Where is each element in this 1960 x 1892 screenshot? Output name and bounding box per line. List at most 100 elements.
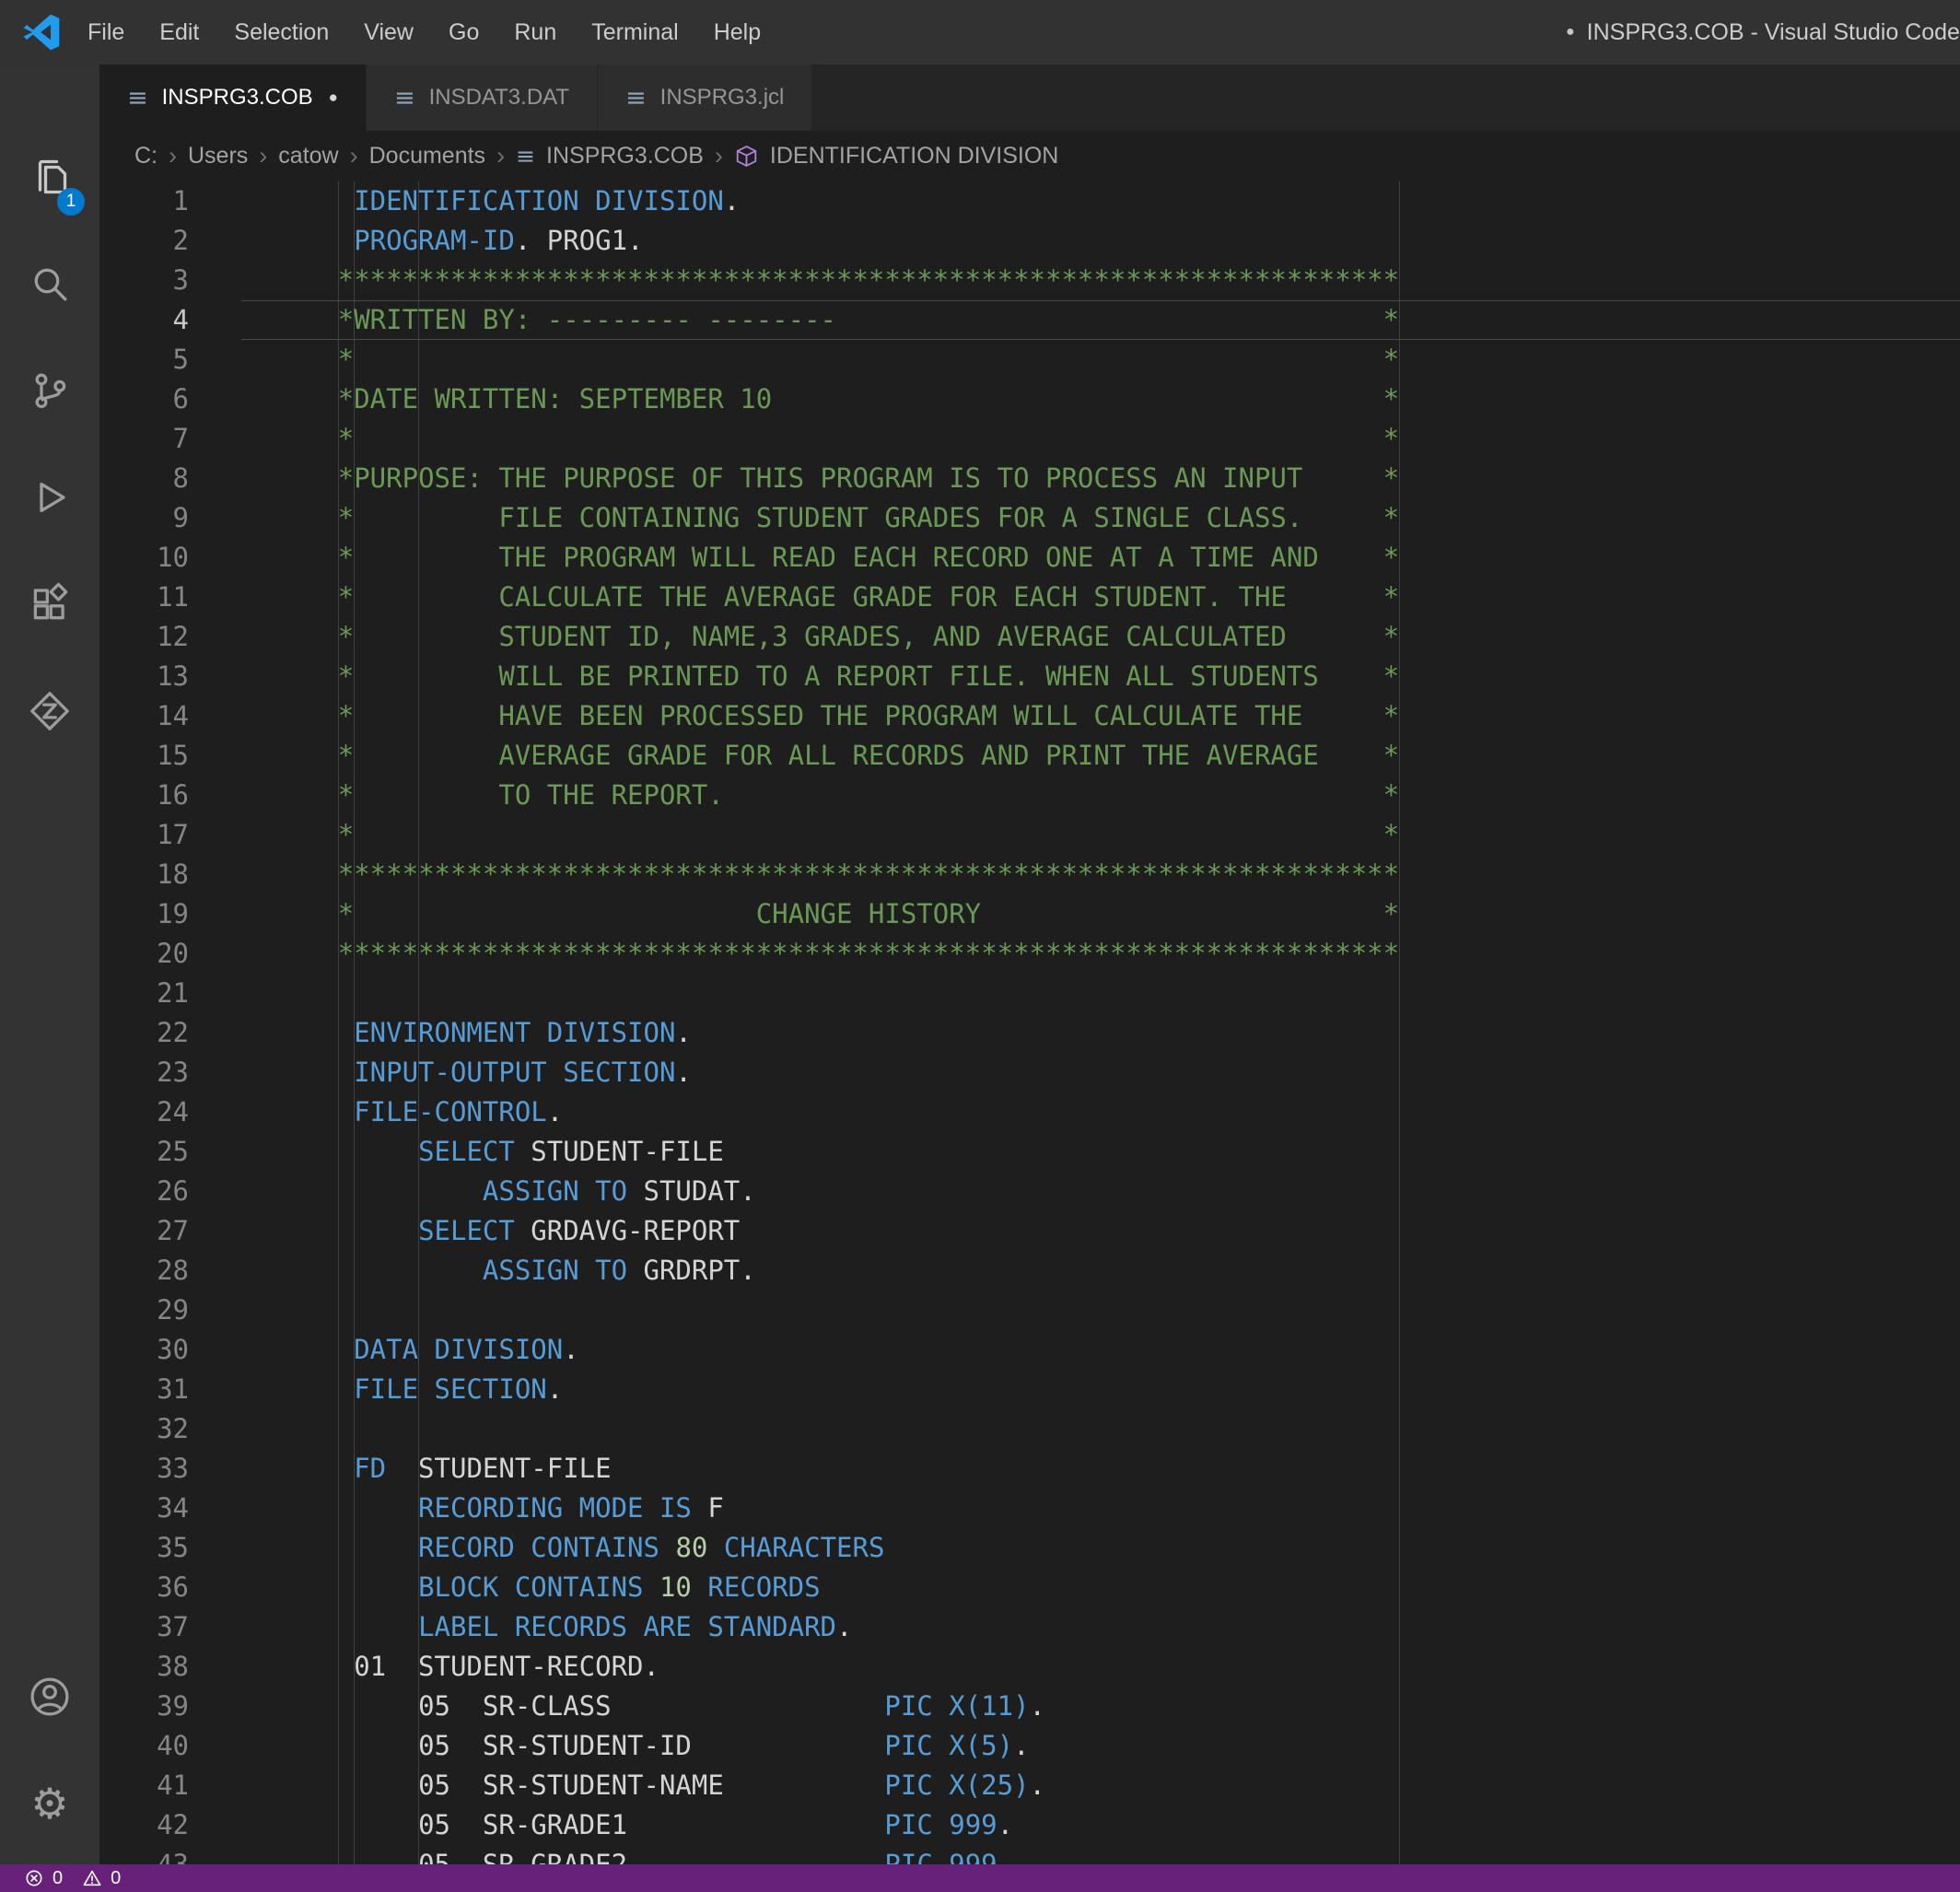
code-line[interactable]: 05 SR-GRADE1 PIC 999. bbox=[241, 1805, 1960, 1845]
code-line[interactable]: PROGRAM-ID. PROG1. bbox=[241, 221, 1960, 261]
code-line[interactable]: 05 SR-GRADE2 PIC 999. bbox=[241, 1845, 1960, 1864]
line-number[interactable]: 35 bbox=[99, 1528, 241, 1568]
code-editor[interactable]: 1234567891011121314151617181920212223242… bbox=[99, 181, 1960, 1864]
line-number[interactable]: 8 bbox=[99, 459, 241, 498]
line-number[interactable]: 37 bbox=[99, 1607, 241, 1647]
code-line[interactable]: * TO THE REPORT. * bbox=[241, 776, 1960, 815]
line-number[interactable]: 14 bbox=[99, 696, 241, 736]
line-number[interactable]: 41 bbox=[99, 1766, 241, 1805]
line-number[interactable]: 31 bbox=[99, 1370, 241, 1409]
line-number[interactable]: 32 bbox=[99, 1409, 241, 1449]
code-line[interactable]: * * bbox=[241, 419, 1960, 459]
line-number[interactable]: 17 bbox=[99, 815, 241, 855]
code-line[interactable]: * CALCULATE THE AVERAGE GRADE FOR EACH S… bbox=[241, 578, 1960, 617]
menu-edit[interactable]: Edit bbox=[142, 19, 216, 46]
line-number[interactable]: 4 bbox=[99, 300, 241, 340]
line-number[interactable]: 11 bbox=[99, 578, 241, 617]
code-line[interactable]: * THE PROGRAM WILL READ EACH RECORD ONE … bbox=[241, 538, 1960, 578]
breadcrumb-drive[interactable]: C: bbox=[134, 143, 158, 169]
run-debug-icon[interactable] bbox=[0, 444, 99, 551]
modified-dot-icon[interactable]: ● bbox=[329, 88, 338, 107]
line-number[interactable]: 1 bbox=[99, 181, 241, 221]
code-line[interactable]: * FILE CONTAINING STUDENT GRADES FOR A S… bbox=[241, 498, 1960, 538]
line-number[interactable]: 43 bbox=[99, 1845, 241, 1864]
tab-insprg3-jcl[interactable]: ≡ INSPRG3.jcl bbox=[598, 64, 812, 131]
line-number[interactable]: 7 bbox=[99, 419, 241, 459]
code-line[interactable]: 05 SR-STUDENT-NAME PIC X(25). bbox=[241, 1766, 1960, 1805]
code-line[interactable]: 01 STUDENT-RECORD. bbox=[241, 1647, 1960, 1687]
line-number[interactable]: 2 bbox=[99, 221, 241, 261]
line-number[interactable]: 29 bbox=[99, 1291, 241, 1330]
search-icon[interactable] bbox=[0, 230, 99, 337]
line-number[interactable]: 28 bbox=[99, 1251, 241, 1291]
code-line[interactable]: *DATE WRITTEN: SEPTEMBER 10 * bbox=[241, 380, 1960, 419]
line-number[interactable]: 40 bbox=[99, 1726, 241, 1766]
line-number[interactable]: 23 bbox=[99, 1053, 241, 1092]
extensions-icon[interactable] bbox=[0, 551, 99, 658]
line-number[interactable]: 24 bbox=[99, 1092, 241, 1132]
menu-run[interactable]: Run bbox=[496, 19, 574, 46]
menu-help[interactable]: Help bbox=[696, 19, 778, 46]
code-line[interactable]: IDENTIFICATION DIVISION. bbox=[241, 181, 1960, 221]
menu-go[interactable]: Go bbox=[431, 19, 496, 46]
line-number[interactable]: 9 bbox=[99, 498, 241, 538]
code-line[interactable]: BLOCK CONTAINS 10 RECORDS bbox=[241, 1568, 1960, 1607]
line-number[interactable]: 13 bbox=[99, 657, 241, 696]
menu-view[interactable]: View bbox=[346, 19, 431, 46]
code-line[interactable]: * * bbox=[241, 815, 1960, 855]
breadcrumb-catow[interactable]: catow bbox=[278, 143, 338, 169]
code-line[interactable]: *WRITTEN BY: --------- -------- * bbox=[241, 300, 1960, 340]
line-number[interactable]: 38 bbox=[99, 1647, 241, 1687]
line-number[interactable]: 20 bbox=[99, 934, 241, 974]
source-control-icon[interactable] bbox=[0, 337, 99, 444]
tab-insdat3-dat[interactable]: ≡ INSDAT3.DAT bbox=[367, 64, 598, 131]
code-line[interactable] bbox=[241, 1409, 1960, 1449]
line-number[interactable]: 34 bbox=[99, 1489, 241, 1528]
code-line[interactable]: ENVIRONMENT DIVISION. bbox=[241, 1013, 1960, 1053]
line-number[interactable]: 19 bbox=[99, 894, 241, 934]
code-line[interactable]: * CHANGE HISTORY * bbox=[241, 894, 1960, 934]
line-number[interactable]: 21 bbox=[99, 974, 241, 1013]
code-line[interactable]: ****************************************… bbox=[241, 934, 1960, 974]
line-number[interactable]: 12 bbox=[99, 617, 241, 657]
line-number[interactable]: 22 bbox=[99, 1013, 241, 1053]
line-number[interactable]: 5 bbox=[99, 340, 241, 380]
line-number[interactable]: 33 bbox=[99, 1449, 241, 1489]
menu-terminal[interactable]: Terminal bbox=[574, 19, 695, 46]
line-number[interactable]: 16 bbox=[99, 776, 241, 815]
code-line[interactable]: SELECT STUDENT-FILE bbox=[241, 1132, 1960, 1172]
code-line[interactable]: * WILL BE PRINTED TO A REPORT FILE. WHEN… bbox=[241, 657, 1960, 696]
code-line[interactable]: FILE SECTION. bbox=[241, 1370, 1960, 1409]
code-line[interactable]: ASSIGN TO STUDAT. bbox=[241, 1172, 1960, 1211]
problems-indicator[interactable]: 0 0 bbox=[24, 1868, 132, 1889]
menu-file[interactable]: File bbox=[70, 19, 142, 46]
line-number[interactable]: 27 bbox=[99, 1211, 241, 1251]
code-line[interactable] bbox=[241, 1291, 1960, 1330]
code-line[interactable]: ****************************************… bbox=[241, 261, 1960, 300]
line-number[interactable]: 3 bbox=[99, 261, 241, 300]
tab-insprg3-cob[interactable]: ≡ INSPRG3.COB ● bbox=[99, 64, 367, 131]
code-line[interactable]: DATA DIVISION. bbox=[241, 1330, 1960, 1370]
code-line[interactable]: RECORD CONTAINS 80 CHARACTERS bbox=[241, 1528, 1960, 1568]
line-number[interactable]: 39 bbox=[99, 1687, 241, 1726]
line-number[interactable]: 30 bbox=[99, 1330, 241, 1370]
code-line[interactable]: * * bbox=[241, 340, 1960, 380]
settings-gear-icon[interactable]: ⚙ bbox=[0, 1750, 99, 1857]
line-number[interactable]: 25 bbox=[99, 1132, 241, 1172]
code-line[interactable]: RECORDING MODE IS F bbox=[241, 1489, 1960, 1528]
code-line[interactable]: * STUDENT ID, NAME,3 GRADES, AND AVERAGE… bbox=[241, 617, 1960, 657]
code-line[interactable]: * AVERAGE GRADE FOR ALL RECORDS AND PRIN… bbox=[241, 736, 1960, 776]
line-number[interactable]: 18 bbox=[99, 855, 241, 894]
code-line[interactable]: LABEL RECORDS ARE STANDARD. bbox=[241, 1607, 1960, 1647]
breadcrumb-symbol[interactable]: IDENTIFICATION DIVISION bbox=[770, 143, 1058, 169]
code-line[interactable] bbox=[241, 974, 1960, 1013]
code-line[interactable]: ****************************************… bbox=[241, 855, 1960, 894]
line-number[interactable]: 15 bbox=[99, 736, 241, 776]
breadcrumb-documents[interactable]: Documents bbox=[369, 143, 485, 169]
code-line[interactable]: 05 SR-STUDENT-ID PIC X(5). bbox=[241, 1726, 1960, 1766]
account-icon[interactable] bbox=[0, 1643, 99, 1750]
line-number[interactable]: 10 bbox=[99, 538, 241, 578]
code-line[interactable]: 05 SR-CLASS PIC X(11). bbox=[241, 1687, 1960, 1726]
explorer-icon[interactable]: 1 bbox=[0, 123, 99, 230]
menu-selection[interactable]: Selection bbox=[216, 19, 346, 46]
